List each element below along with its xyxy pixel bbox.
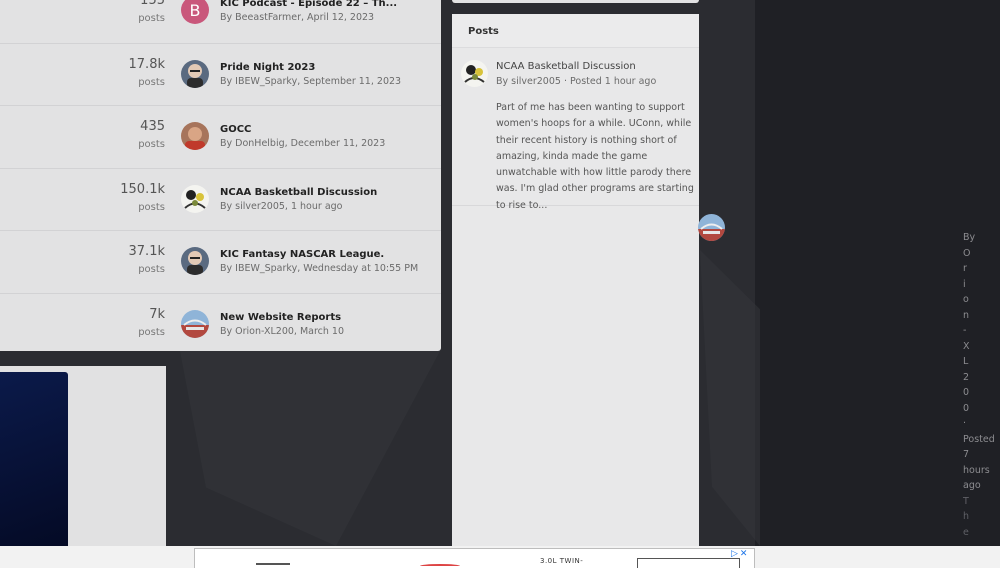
topic-posts-label: posts <box>138 264 165 275</box>
topic-row[interactable]: 150.1k posts NCAA Basketball Discussion By … <box>0 167 441 230</box>
ad-close-icon[interactable]: ▷✕ <box>731 549 749 559</box>
ad-graphic <box>256 563 290 568</box>
topic-post-count: 37.1k <box>128 244 165 259</box>
topic-posts-label: posts <box>138 326 165 338</box>
topic-title-link[interactable]: New Website Reports <box>220 312 341 323</box>
topic-list-card: 155 posts B KIC Podcast - Episode 22 – Th..… <box>0 0 441 351</box>
topic-row[interactable]: 7k posts New Website Reports By Orion-XL200… <box>0 292 441 355</box>
side-text-line: o <box>963 294 969 305</box>
side-text-line: X <box>963 340 970 352</box>
topic-post-count: 435 <box>140 119 165 134</box>
promo-image[interactable] <box>0 372 68 546</box>
background-shape <box>180 351 440 546</box>
topic-title-link[interactable]: KIC Fantasy NASCAR League. <box>220 249 384 260</box>
topic-meta: By IBEW_Sparky, September 11, 2023 <box>220 75 402 87</box>
topic-title-link[interactable]: KIC Podcast - Episode 22 – Th... <box>220 0 397 9</box>
user-avatar-man[interactable] <box>181 122 209 150</box>
post-excerpt: Part of me has been wanting to support w… <box>496 102 694 211</box>
post-item[interactable]: NCAA Basketball Discussion By silver2005… <box>452 48 699 211</box>
posts-widget: Posts NCAA Basketball Discussion By silv… <box>452 14 699 546</box>
side-text-line-faded: h <box>963 511 970 522</box>
topic-row[interactable]: 37.1k posts KIC Fantasy NASCAR League. By I… <box>0 230 441 292</box>
letter-avatar[interactable]: B <box>181 0 209 24</box>
widget-bottom-edge <box>452 0 699 3</box>
side-text-line: 7 <box>963 449 970 460</box>
topic-post-count: 17.8k <box>128 56 165 72</box>
topic-post-count: 150.1k <box>120 181 165 197</box>
topic-posts-label: posts <box>138 76 165 88</box>
topic-posts-label: posts <box>138 139 165 150</box>
side-text-line: ago <box>963 480 981 491</box>
side-text-line: 2 <box>963 371 970 383</box>
side-text-line: Posted <box>963 433 995 445</box>
topic-row[interactable]: 435 posts GOCC By DonHelbig, December 11, 2… <box>0 105 441 167</box>
side-text-line: i <box>963 278 966 290</box>
user-avatar-bald[interactable] <box>181 247 209 275</box>
user-avatar-stadium[interactable] <box>698 214 725 241</box>
side-text-line-faded: T <box>963 495 969 507</box>
user-avatar-cartoon[interactable] <box>181 184 209 213</box>
topic-title-link[interactable]: Pride Night 2023 <box>220 62 315 73</box>
ad-cta-button[interactable] <box>637 558 740 568</box>
topic-meta: By DonHelbig, December 11, 2023 <box>220 138 386 149</box>
topic-meta: By IBEW_Sparky, Wednesday at 10:55 PM <box>220 263 419 274</box>
topic-meta: By Orion-XL200, March 10 <box>220 325 345 337</box>
post-meta: By silver2005 · Posted 1 hour ago <box>496 76 657 87</box>
topic-title-link[interactable]: GOCC <box>220 124 251 135</box>
user-avatar-stadium[interactable] <box>181 309 209 338</box>
topic-row[interactable]: 17.8k posts Pride Night 2023 By IBEW_Sparky… <box>0 42 441 105</box>
side-text-line: 0 <box>963 387 970 398</box>
avatar-letter: B <box>189 0 201 20</box>
side-text-line-faded: e <box>963 526 969 538</box>
topic-meta: By silver2005, 1 hour ago <box>220 200 343 212</box>
user-avatar-cartoon[interactable] <box>461 60 488 87</box>
post-topic-link[interactable]: NCAA Basketball Discussion <box>496 61 636 72</box>
ad-graphic <box>420 564 460 568</box>
side-text-line: 0 <box>963 402 970 414</box>
topic-meta: By BeeastFarmer, April 12, 2023 <box>220 12 375 23</box>
topic-post-count: 155 <box>140 0 165 8</box>
side-text-line: - <box>963 325 967 336</box>
topic-post-count: 7k <box>149 306 165 322</box>
side-text-line: · <box>963 418 967 429</box>
topic-posts-label: posts <box>138 201 165 213</box>
side-text-line: n <box>963 309 970 321</box>
ad-text: 3.0L TWIN- <box>540 557 584 565</box>
side-text-line: L <box>963 356 969 367</box>
side-text-line: By <box>963 232 976 243</box>
activity-stream-item-truncated: By Or i o n - X L 2 0 0 · Posted 7 hours ago Th e <box>963 230 995 540</box>
posts-widget-header: Posts <box>452 14 699 48</box>
side-text-line: O <box>963 247 971 259</box>
user-avatar-bald[interactable] <box>181 59 209 88</box>
topic-title-link[interactable]: NCAA Basketball Discussion <box>220 187 377 198</box>
side-text-line: hours <box>963 464 990 476</box>
topic-row[interactable]: 155 posts B KIC Podcast - Episode 22 – Th..… <box>0 0 441 42</box>
background-shape <box>700 250 760 546</box>
topic-posts-label: posts <box>138 13 165 24</box>
side-text-line: r <box>963 263 967 274</box>
